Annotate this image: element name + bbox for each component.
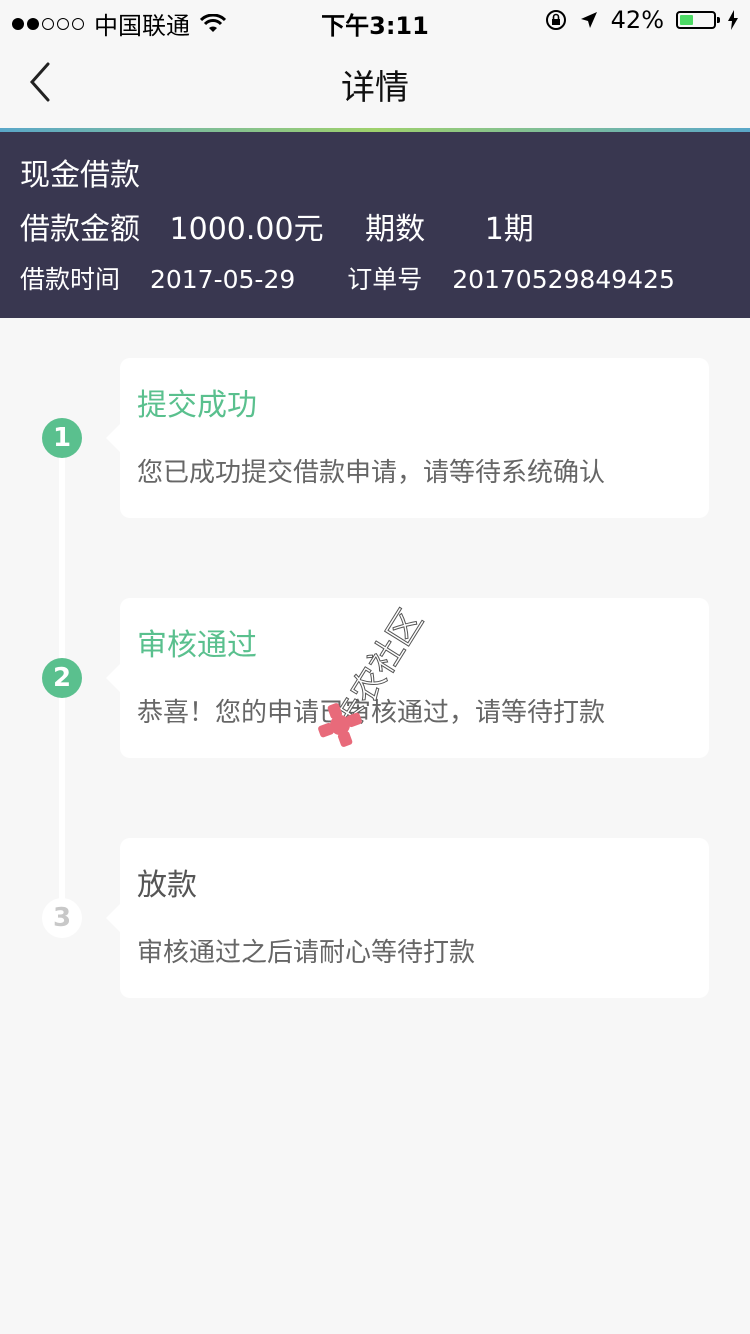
status-bar: 中国联通 下午3:11 42% xyxy=(0,0,750,40)
step-description: 恭喜！您的申请已审核通过，请等待打款 xyxy=(137,698,606,728)
step-title: 审核通过 xyxy=(137,628,257,663)
step-1-indicator: 1 xyxy=(42,418,82,458)
periods-value: 1期 xyxy=(484,212,534,247)
step-2-indicator: 2 xyxy=(42,658,82,698)
charging-bolt-icon xyxy=(728,10,738,30)
step-card-disbursement: 放款 审核通过之后请耐心等待打款 xyxy=(106,838,709,998)
battery-percent: 42% xyxy=(610,6,664,34)
order-label: 订单号 xyxy=(347,265,423,294)
step-3-indicator: 3 xyxy=(42,898,82,938)
amount-label: 借款金额 xyxy=(20,212,140,247)
page-title: 详情 xyxy=(341,68,409,108)
step-title: 放款 xyxy=(137,868,197,903)
step-description: 审核通过之后请耐心等待打款 xyxy=(137,938,476,968)
amount-row: 借款金额 1000.00元 期数 1期 xyxy=(20,204,534,248)
rotation-lock-icon xyxy=(545,10,566,30)
loan-type: 现金借款 xyxy=(20,158,140,193)
battery-icon xyxy=(676,11,720,29)
step-description: 您已成功提交借款申请，请等待系统确认 xyxy=(137,458,606,488)
order-number: 20170529849425 xyxy=(452,265,675,294)
navigation-bar: 详情 xyxy=(0,40,750,128)
step-card-approved: 审核通过 恭喜！您的申请已审核通过，请等待打款 xyxy=(106,598,709,758)
location-arrow-icon xyxy=(580,12,597,28)
time-order-row: 借款时间 2017-05-29 订单号 20170529849425 xyxy=(20,260,675,296)
loan-time-value: 2017-05-29 xyxy=(149,265,296,294)
loan-summary-panel: 现金借款 借款金额 1000.00元 期数 1期 借款时间 2017-05-29… xyxy=(0,132,750,318)
amount-value: 1000.00元 xyxy=(169,212,324,247)
loan-time-label: 借款时间 xyxy=(20,265,121,294)
step-card-submitted: 提交成功 您已成功提交借款申请，请等待系统确认 xyxy=(106,358,709,518)
periods-label: 期数 xyxy=(365,212,426,247)
step-title: 提交成功 xyxy=(137,388,257,423)
